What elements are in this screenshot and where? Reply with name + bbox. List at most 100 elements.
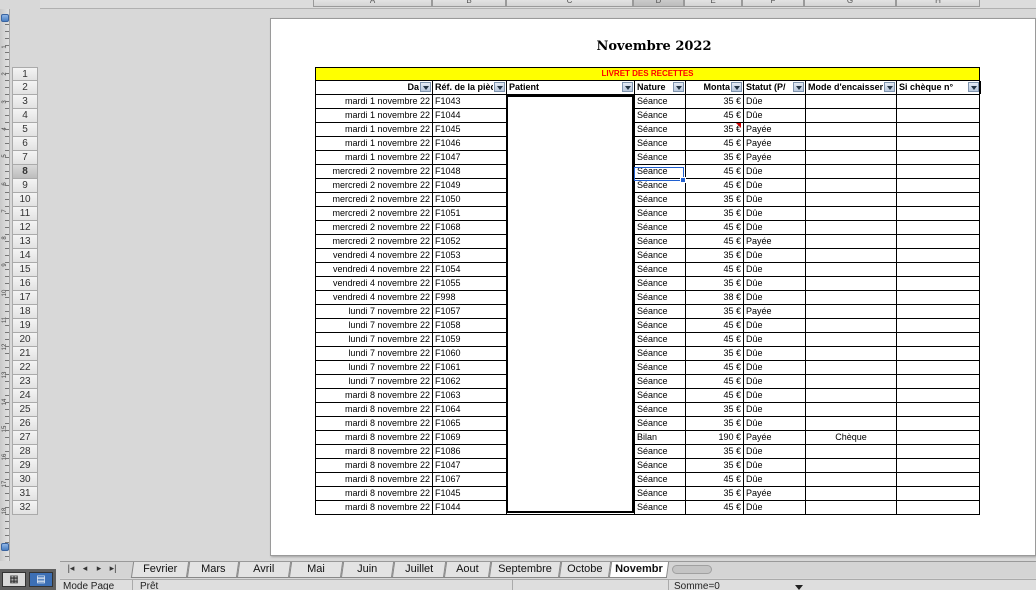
cell-cheque[interactable]	[897, 249, 981, 262]
cell-patient[interactable]	[507, 95, 635, 108]
cell-ref[interactable]: F1049	[433, 179, 507, 192]
sheet-tab-novembr[interactable]: Novembr	[608, 562, 670, 578]
row-header-22[interactable]: 22	[12, 361, 38, 375]
cell-statut[interactable]: Dûe	[744, 277, 806, 290]
filter-dropdown-icon[interactable]	[420, 82, 431, 92]
column-header-a[interactable]: A	[313, 0, 432, 7]
cell-statut[interactable]: Dûe	[744, 249, 806, 262]
cell-date[interactable]: mardi 8 novembre 22	[316, 487, 433, 500]
cell-montant[interactable]: 35 €	[686, 305, 744, 318]
cell-date[interactable]: mercredi 2 novembre 22	[316, 207, 433, 220]
filter-dropdown-icon[interactable]	[622, 82, 633, 92]
cell-date[interactable]: mardi 8 novembre 22	[316, 445, 433, 458]
cell-nature[interactable]: Séance	[635, 417, 686, 430]
row-header-4[interactable]: 4	[12, 109, 38, 123]
cell-nature[interactable]: Séance	[635, 501, 686, 514]
cell-patient[interactable]	[507, 277, 635, 290]
cell-ref[interactable]: F998	[433, 291, 507, 304]
cell-patient[interactable]	[507, 165, 635, 178]
cell-montant[interactable]: 45 €	[686, 137, 744, 150]
cell-montant[interactable]: 45 €	[686, 333, 744, 346]
cell-mode[interactable]: Chèque	[806, 431, 897, 444]
cell-ref[interactable]: F1053	[433, 249, 507, 262]
cell-ref[interactable]: F1086	[433, 445, 507, 458]
cell-nature[interactable]: Séance	[635, 109, 686, 122]
sheet-tab-juillet[interactable]: Juillet	[391, 562, 447, 578]
cell-mode[interactable]	[806, 95, 897, 108]
cell-date[interactable]: lundi 7 novembre 22	[316, 319, 433, 332]
row-header-19[interactable]: 19	[12, 319, 38, 333]
cell-montant[interactable]: 35 €	[686, 445, 744, 458]
row-header-7[interactable]: 7	[12, 151, 38, 165]
cell-cheque[interactable]	[897, 319, 981, 332]
cell-date[interactable]: lundi 7 novembre 22	[316, 347, 433, 360]
cell-nature[interactable]: Séance	[635, 403, 686, 416]
cell-statut[interactable]: Dûe	[744, 375, 806, 388]
cell-statut[interactable]: Payée	[744, 123, 806, 136]
cell-montant[interactable]: 35 €	[686, 277, 744, 290]
cell-date[interactable]: mercredi 2 novembre 22	[316, 193, 433, 206]
cell-statut[interactable]: Payée	[744, 431, 806, 444]
cell-date[interactable]: lundi 7 novembre 22	[316, 375, 433, 388]
cell-ref[interactable]: F1045	[433, 487, 507, 500]
cell-patient[interactable]	[507, 459, 635, 472]
cell-ref[interactable]: F1067	[433, 473, 507, 486]
cell-cheque[interactable]	[897, 487, 981, 500]
cell-statut[interactable]: Payée	[744, 305, 806, 318]
cell-statut[interactable]: Dûe	[744, 263, 806, 276]
row-header-15[interactable]: 15	[12, 263, 38, 277]
cell-date[interactable]: vendredi 4 novembre 22	[316, 291, 433, 304]
column-header-c[interactable]: C	[506, 0, 633, 7]
cell-cheque[interactable]	[897, 137, 981, 150]
cell-mode[interactable]	[806, 417, 897, 430]
comment-indicator-icon[interactable]	[736, 123, 741, 128]
first-sheet-icon[interactable]: |◂	[64, 563, 78, 574]
cell-cheque[interactable]	[897, 277, 981, 290]
cell-patient[interactable]	[507, 179, 635, 192]
cell-mode[interactable]	[806, 473, 897, 486]
cell-nature[interactable]: Séance	[635, 123, 686, 136]
cell-patient[interactable]	[507, 137, 635, 150]
cell-patient[interactable]	[507, 305, 635, 318]
row-header-21[interactable]: 21	[12, 347, 38, 361]
cell-ref[interactable]: F1065	[433, 417, 507, 430]
cell-date[interactable]: mardi 1 novembre 22	[316, 109, 433, 122]
cell-cheque[interactable]	[897, 389, 981, 402]
ruler-top-marker-icon[interactable]	[1, 14, 9, 22]
cell-date[interactable]: mardi 8 novembre 22	[316, 473, 433, 486]
cell-cheque[interactable]	[897, 151, 981, 164]
cell-cheque[interactable]	[897, 459, 981, 472]
cell-cheque[interactable]	[897, 361, 981, 374]
cell-patient[interactable]	[507, 221, 635, 234]
cell-cheque[interactable]	[897, 431, 981, 444]
cell-date[interactable]: mardi 8 novembre 22	[316, 501, 433, 514]
cell-patient[interactable]	[507, 333, 635, 346]
row-header-11[interactable]: 11	[12, 207, 38, 221]
cell-cheque[interactable]	[897, 417, 981, 430]
cell-mode[interactable]	[806, 333, 897, 346]
sheet-tab-octobe[interactable]: Octobe	[558, 562, 612, 578]
row-header-29[interactable]: 29	[12, 459, 38, 473]
cell-montant[interactable]: 35 €	[686, 207, 744, 220]
cell-ref[interactable]: F1062	[433, 375, 507, 388]
cell-statut[interactable]: Payée	[744, 151, 806, 164]
cell-ref[interactable]: F1054	[433, 263, 507, 276]
cell-statut[interactable]: Dûe	[744, 179, 806, 192]
cell-nature[interactable]: Bilan	[635, 431, 686, 444]
filter-dropdown-icon[interactable]	[968, 82, 979, 92]
cell-mode[interactable]	[806, 459, 897, 472]
column-header-h[interactable]: H	[896, 0, 980, 7]
cell-mode[interactable]	[806, 123, 897, 136]
cell-ref[interactable]: F1057	[433, 305, 507, 318]
cell-montant[interactable]: 35 €	[686, 151, 744, 164]
filter-dropdown-icon[interactable]	[673, 82, 684, 92]
cell-patient[interactable]	[507, 431, 635, 444]
filter-dropdown-icon[interactable]	[884, 82, 895, 92]
cell-mode[interactable]	[806, 319, 897, 332]
ruler-bottom-marker-icon[interactable]	[1, 543, 9, 551]
cell-cheque[interactable]	[897, 445, 981, 458]
cell-ref[interactable]: F1051	[433, 207, 507, 220]
normal-view-button[interactable]: ▦	[2, 572, 26, 587]
cell-date[interactable]: mardi 1 novembre 22	[316, 95, 433, 108]
cell-mode[interactable]	[806, 165, 897, 178]
